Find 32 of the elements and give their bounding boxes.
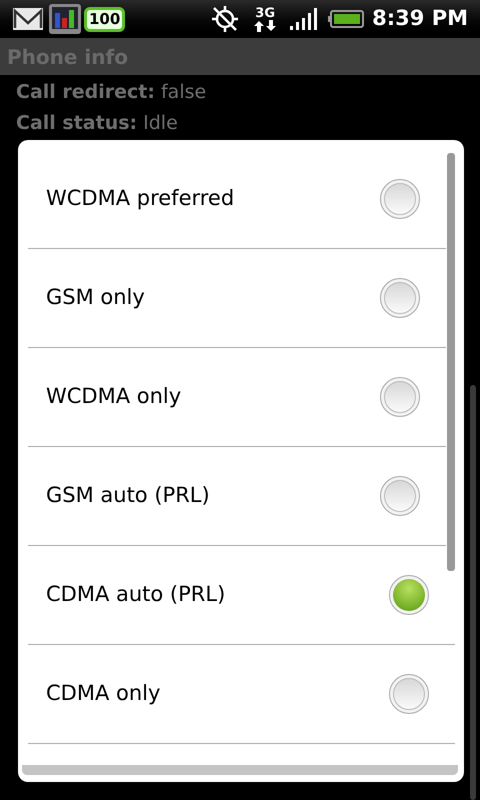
- option-label: WCDMA preferred: [46, 185, 236, 212]
- signal-icon: [290, 7, 318, 31]
- option-row[interactable]: WCDMA preferred: [28, 150, 446, 249]
- radio-button[interactable]: [380, 476, 420, 516]
- data-arrows-icon: [254, 20, 276, 32]
- radio-button[interactable]: [380, 179, 420, 219]
- scrollbar-thumb[interactable]: [447, 153, 455, 571]
- option-label: CDMA only: [46, 680, 162, 708]
- gps-off-icon: [210, 4, 240, 34]
- option-row[interactable]: GSM auto (PRL): [28, 447, 446, 546]
- page-scrollbar[interactable]: [470, 385, 476, 800]
- radio-button[interactable]: [389, 674, 429, 714]
- option-label: CDMA auto (PRL): [46, 581, 226, 608]
- option-row[interactable]: CDMA only: [28, 645, 455, 744]
- info-label: Call status:: [16, 111, 138, 136]
- info-value: Idle: [143, 111, 178, 136]
- info-value: false: [160, 80, 206, 106]
- notification-badge: 100: [84, 6, 126, 32]
- network-type-label: 3G: [255, 6, 276, 20]
- bar-chart-icon: [48, 3, 82, 35]
- option-label: GSM auto (PRL): [46, 482, 211, 510]
- radio-button[interactable]: [380, 377, 420, 417]
- battery-icon: [328, 10, 364, 28]
- radio-button[interactable]: [380, 278, 420, 318]
- clock-time: 8:39 PM: [372, 5, 468, 32]
- radio-button[interactable]: [389, 575, 429, 615]
- option-row[interactable]: WCDMA only: [28, 348, 446, 447]
- option-label: WCDMA only: [46, 383, 182, 410]
- envelope-icon: [12, 7, 44, 31]
- option-label: GSM only: [46, 284, 146, 312]
- option-row[interactable]: GSM only: [28, 249, 446, 348]
- info-label: Call redirect:: [16, 80, 155, 106]
